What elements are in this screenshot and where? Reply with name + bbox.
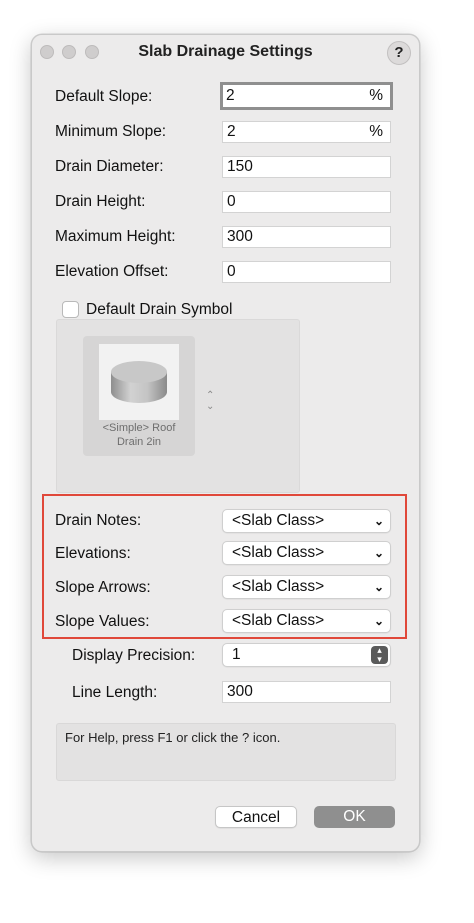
minimum-slope-field[interactable]: 2 % <box>222 121 391 143</box>
slope-values-select[interactable]: <Slab Class> ⌄ <box>222 609 391 633</box>
default-drain-symbol-checkbox[interactable] <box>62 301 79 318</box>
chevron-down-icon: ⌄ <box>373 514 384 528</box>
line-length-field[interactable]: 300 <box>222 681 391 703</box>
cancel-button[interactable]: Cancel <box>215 806 297 828</box>
symbol-updown-icon[interactable]: ⌃ ⌄ <box>206 390 214 412</box>
drain-notes-label: Drain Notes: <box>55 512 142 529</box>
chevron-down-icon: ⌄ <box>373 546 384 560</box>
help-text-box: For Help, press F1 or click the ? icon. <box>56 723 396 781</box>
elevations-value: <Slab Class> <box>232 544 325 561</box>
display-precision-value: 1 <box>232 646 241 663</box>
minimum-slope-unit: % <box>369 123 383 140</box>
display-precision-select[interactable]: 1 ▴ ▾ <box>222 643 391 667</box>
slab-drainage-settings-dialog: Slab Drainage Settings ? Default Slope: … <box>31 34 420 852</box>
elevation-offset-field[interactable]: 0 <box>222 261 391 283</box>
roof-drain-symbol-icon <box>99 344 179 420</box>
maximum-height-field[interactable]: 300 <box>222 226 391 248</box>
symbol-caption-line2: Drain 2in <box>116 436 162 448</box>
drain-diameter-field[interactable]: 150 <box>222 156 391 178</box>
help-text: For Help, press F1 or click the ? icon. <box>65 730 281 745</box>
default-slope-value: 2 <box>226 87 235 104</box>
drain-notes-select[interactable]: <Slab Class> ⌄ <box>222 509 391 533</box>
drain-notes-value: <Slab Class> <box>232 512 325 529</box>
chevron-down-icon: ⌄ <box>373 580 384 594</box>
drain-height-field[interactable]: 0 <box>222 191 391 213</box>
ok-button[interactable]: OK <box>314 806 395 828</box>
help-button[interactable]: ? <box>387 41 411 65</box>
minimum-slope-label: Minimum Slope: <box>55 123 167 140</box>
slope-arrows-select[interactable]: <Slab Class> ⌄ <box>222 575 391 599</box>
symbol-preview-panel: <Simple> Roof Drain 2in ⌃ ⌄ <box>56 319 300 493</box>
maximum-height-label: Maximum Height: <box>55 228 176 245</box>
stepper-updown-icon[interactable]: ▴ ▾ <box>371 646 388 664</box>
default-slope-label: Default Slope: <box>55 88 153 105</box>
slope-arrows-value: <Slab Class> <box>232 578 325 595</box>
symbol-selector[interactable]: <Simple> Roof Drain 2in <box>83 336 195 456</box>
line-length-label: Line Length: <box>72 684 158 701</box>
elevations-label: Elevations: <box>55 545 131 562</box>
chevron-down-icon: ⌄ <box>373 614 384 628</box>
dialog-title: Slab Drainage Settings <box>138 43 313 60</box>
symbol-caption-line1: <Simple> Roof <box>102 422 176 434</box>
display-precision-label: Display Precision: <box>72 647 196 664</box>
elevation-offset-label: Elevation Offset: <box>55 263 169 280</box>
drain-diameter-label: Drain Diameter: <box>55 158 164 175</box>
drain-height-label: Drain Height: <box>55 193 146 210</box>
minimum-slope-value: 2 <box>227 123 236 140</box>
slope-values-label: Slope Values: <box>55 613 150 630</box>
slope-arrows-label: Slope Arrows: <box>55 579 151 596</box>
symbol-caption: <Simple> Roof Drain 2in <box>83 421 195 449</box>
default-drain-symbol-label: Default Drain Symbol <box>86 301 233 318</box>
elevations-select[interactable]: <Slab Class> ⌄ <box>222 541 391 565</box>
default-slope-field[interactable]: 2 % <box>220 82 393 110</box>
default-slope-unit: % <box>369 87 383 104</box>
slope-values-value: <Slab Class> <box>232 612 325 629</box>
title-bar: Slab Drainage Settings ? <box>32 35 419 71</box>
